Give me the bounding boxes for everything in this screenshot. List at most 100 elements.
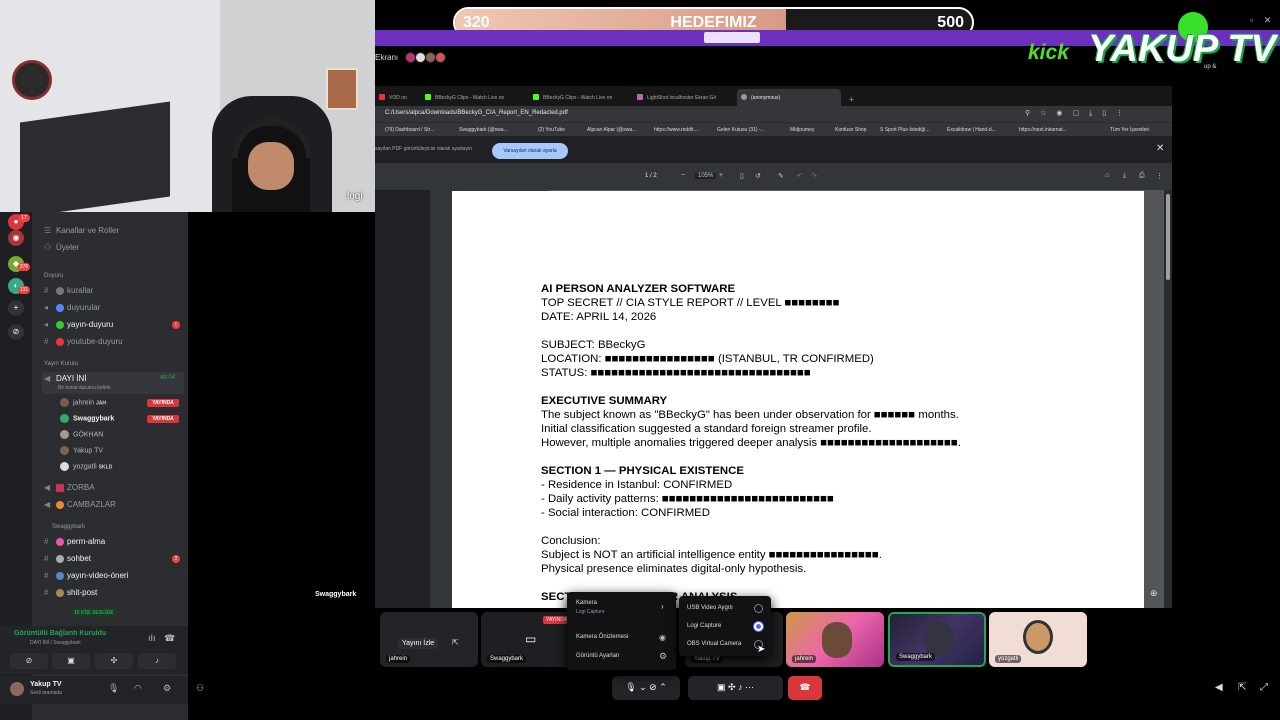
toolbar-icons[interactable]: ⚲☆◉▢⤓▯⋮ bbox=[1025, 109, 1133, 118]
channel-yayin-video-oneri[interactable]: # yayın-video-öneri bbox=[44, 571, 128, 580]
browser-tab-active[interactable]: (anonymous) bbox=[737, 89, 841, 106]
channel-youtube-duyuru[interactable]: # youtube-duyuru bbox=[44, 337, 123, 346]
share-activity-controls[interactable]: ▣ ✣ ♪ ⋯ bbox=[688, 676, 783, 700]
new-tab-icon[interactable]: + bbox=[845, 89, 859, 106]
bookmark-item[interactable]: Swaggybark (@swa... bbox=[459, 127, 508, 133]
menu-item-camera[interactable]: Kamera bbox=[576, 600, 597, 606]
menu-item-settings[interactable]: Görüntü Ayarları bbox=[576, 653, 620, 659]
download-icon[interactable]: ⤓ bbox=[1123, 172, 1126, 180]
voice-channel-zorba[interactable]: ◀ ZORBA bbox=[44, 483, 95, 492]
banner-button[interactable] bbox=[704, 32, 760, 43]
activities-button[interactable]: ✣ bbox=[95, 653, 133, 669]
bookmark-item[interactable]: Alpcan Alpar (@swa... bbox=[587, 127, 636, 133]
bookmark-item[interactable]: S Sport Plus-İstediği... bbox=[880, 127, 929, 133]
channel-perm-alma[interactable]: # perm-alma bbox=[44, 537, 105, 546]
disconnect-icon[interactable]: ☎ bbox=[164, 633, 175, 644]
avatar[interactable] bbox=[10, 682, 24, 696]
category-yayin-kurulu[interactable]: Yayın Kurulu bbox=[44, 361, 78, 367]
server-icon[interactable]: ◉ bbox=[8, 230, 24, 246]
voice-status-prompt[interactable]: Bir kanal durumu belirle bbox=[58, 385, 111, 391]
camera-off-button[interactable]: ⊘ bbox=[10, 653, 48, 669]
voice-channel-cambazlar[interactable]: ◀ CAMBAZLAR bbox=[44, 500, 116, 509]
settings-gear-icon[interactable]: ⚙ bbox=[163, 683, 171, 694]
pdf-page-surface: AI PERSON ANALYZER SOFTWARE TOP SECRET //… bbox=[452, 191, 1144, 608]
members-item[interactable]: ⚇ Üyeler bbox=[44, 243, 79, 252]
zoom-out-icon[interactable]: − bbox=[681, 172, 685, 179]
headset-icon[interactable]: ◠ bbox=[134, 683, 142, 694]
camera-tile-swaggybark[interactable]: Swaggybark bbox=[888, 612, 986, 667]
channel-sohbet[interactable]: # sohbet bbox=[44, 554, 91, 563]
redo-icon[interactable]: ↷ bbox=[811, 172, 817, 180]
discover-icon[interactable]: ⊘ bbox=[8, 324, 24, 340]
noise-suppression-icon[interactable]: ıIı bbox=[148, 633, 156, 643]
soundboard-button[interactable]: ♪ bbox=[138, 653, 176, 669]
camera-option[interactable]: USB Video Aygıtı bbox=[687, 605, 733, 611]
voice-user[interactable]: GÖKHAN bbox=[60, 430, 103, 439]
fullscreen-icon[interactable]: ⤢ bbox=[1260, 682, 1268, 693]
zoom-in-icon[interactable]: + bbox=[719, 172, 723, 179]
voice-count-bubble[interactable]: 10 KİŞİ SESLİDE bbox=[70, 608, 118, 618]
microphone-icon[interactable]: 🎙 bbox=[108, 683, 119, 694]
bookmark-item[interactable]: Excalidraw | Hand-d... bbox=[947, 127, 996, 133]
watch-stream-button[interactable]: Yayını İzle bbox=[398, 638, 439, 649]
annotate-icon[interactable]: ⌂ bbox=[1105, 172, 1109, 179]
channel-kurallar[interactable]: # kurallar bbox=[44, 286, 93, 295]
bookmark-item[interactable]: Tüm Yer İşaretleri bbox=[1110, 127, 1149, 133]
undo-icon[interactable]: ↶ bbox=[797, 172, 803, 180]
window-controls-icon[interactable]: ▫ ✕ bbox=[1250, 15, 1275, 26]
browser-tab[interactable]: BBeckyG Clips - Watch Live on bbox=[421, 89, 529, 106]
popout-icon[interactable]: ⇱ bbox=[1238, 682, 1246, 693]
voice-user[interactable]: Yakup TV bbox=[60, 446, 103, 455]
screen-share-button[interactable]: ▣ bbox=[52, 653, 90, 669]
scrollbar-thumb[interactable] bbox=[1166, 194, 1170, 280]
browser-tab[interactable]: LightShot localhoster Ekran Gö bbox=[633, 89, 737, 106]
page-indicator[interactable]: 1 / 2 bbox=[645, 173, 657, 179]
address-bar[interactable]: C:/Users/alpca/Downloads/BBeckyG_CIA_Rep… bbox=[375, 106, 1172, 122]
voice-user[interactable]: jahrein JAH bbox=[60, 398, 106, 407]
mic-camera-controls[interactable]: 🎙 ⌄ ⊘ ⌃ bbox=[612, 676, 680, 700]
more-icon[interactable]: ⋮ bbox=[1156, 172, 1163, 180]
avatar-tile-yozgatli[interactable]: yozgatli bbox=[989, 612, 1087, 667]
bookmark-item[interactable]: https://www.reddit.... bbox=[654, 127, 699, 133]
channel-yayin-duyuru[interactable]: ◂ yayın-duyuru bbox=[44, 320, 113, 329]
bookmark-item[interactable]: Konfuse Shop bbox=[835, 127, 866, 133]
channels-roles-item[interactable]: ☰ Kanallar ve Roller bbox=[44, 226, 119, 235]
set-default-button[interactable]: Varsayılan olarak ayarla bbox=[492, 143, 568, 159]
channel-shit-post[interactable]: # shit-post bbox=[44, 588, 97, 597]
fullscreen-icon[interactable]: ⊕ bbox=[1150, 588, 1158, 599]
camera-tile-jahrein[interactable]: jahrein bbox=[786, 612, 884, 667]
camera-option[interactable]: OBS Virtual Camera bbox=[687, 641, 741, 647]
radio-logi-selected[interactable] bbox=[754, 622, 763, 631]
bookmark-item[interactable]: (2) YouTube bbox=[538, 127, 565, 133]
voice-connected-channel[interactable]: DAYI İNİ / Swaggybark bbox=[30, 640, 81, 646]
user-settings-icon[interactable]: ⚇ bbox=[196, 683, 204, 694]
rotate-icon[interactable]: ↺ bbox=[755, 172, 761, 180]
bookmark-item[interactable]: Gelen Kutusu (31) -... bbox=[717, 127, 765, 133]
end-call-button[interactable]: ☎ bbox=[788, 676, 822, 700]
channel-emoji-icon bbox=[56, 286, 64, 295]
zoom-level[interactable]: 105% bbox=[695, 173, 717, 179]
bookmark-item[interactable]: (79) Dashboard / Str... bbox=[385, 127, 434, 133]
draw-icon[interactable]: ✎ bbox=[778, 172, 784, 180]
pdf-scrollbar[interactable] bbox=[1164, 190, 1172, 608]
bookmark-item[interactable]: https://next.inkarnat... bbox=[1019, 127, 1067, 133]
volume-icon[interactable]: ◀ bbox=[1215, 682, 1223, 693]
stream-tile-jahrein[interactable]: Yayını İzle ⇱ jahrein bbox=[380, 612, 478, 667]
browser-tab[interactable]: BBeckyG Clips - Watch Live on bbox=[529, 89, 629, 106]
category-swaggybark[interactable]: Swaggybark bbox=[52, 524, 85, 530]
close-icon[interactable]: ✕ bbox=[1156, 143, 1164, 154]
category-duyuru[interactable]: Duyuru bbox=[44, 273, 63, 279]
fit-page-icon[interactable]: ▯ bbox=[740, 172, 744, 180]
menu-item-preview[interactable]: Kamera Önizlemesi bbox=[576, 634, 628, 640]
bookmark-item[interactable]: Midjourney bbox=[790, 127, 814, 133]
voice-user[interactable]: yozgatli SKLD bbox=[60, 462, 112, 471]
camera-option[interactable]: Logi Capture bbox=[687, 623, 721, 629]
radio-usb[interactable] bbox=[754, 604, 763, 613]
add-server-icon[interactable]: + bbox=[8, 300, 24, 316]
browser-tab[interactable]: VOD on bbox=[375, 89, 421, 106]
popout-icon[interactable]: ⇱ bbox=[452, 638, 459, 647]
print-icon[interactable]: ⎙ bbox=[1139, 172, 1145, 180]
document-line: - Social interaction: CONFIRMED bbox=[541, 507, 711, 519]
voice-user[interactable]: Swaggybark bbox=[60, 414, 114, 423]
channel-duyurular[interactable]: ◂ duyurular bbox=[44, 303, 100, 312]
